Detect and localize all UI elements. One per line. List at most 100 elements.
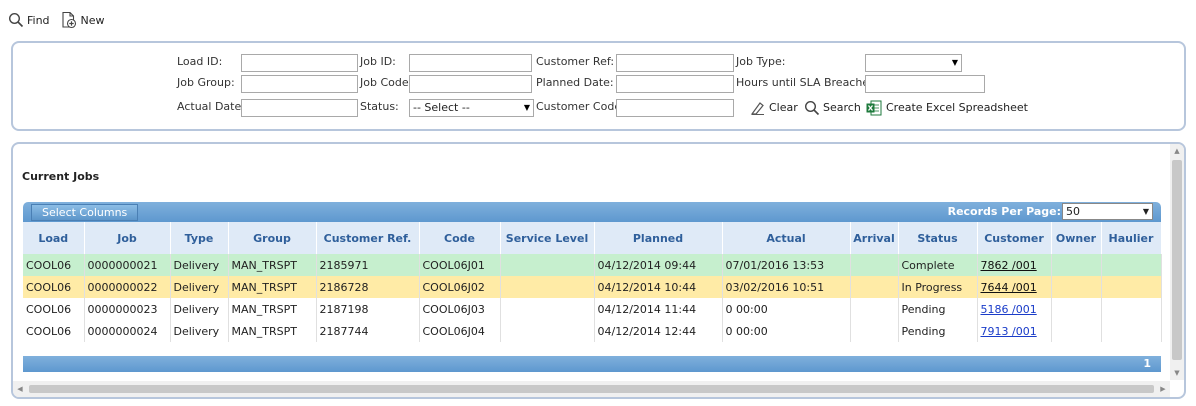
excel-icon — [866, 100, 882, 116]
customer-link[interactable]: 7644 /001 — [981, 281, 1037, 294]
cell-planned: 04/12/2014 11:44 — [594, 298, 723, 320]
records-per-page-label: Records Per Page: — [947, 205, 1061, 218]
cell-planned: 04/12/2014 09:44 — [594, 254, 723, 276]
cell-haulier — [1101, 276, 1162, 298]
cell-job: 0000000023 — [84, 298, 171, 320]
cell-planned: 04/12/2014 12:44 — [594, 320, 723, 342]
scroll-thumb[interactable] — [1172, 160, 1182, 360]
clear-button[interactable]: Clear — [750, 99, 798, 117]
cell-type: Delivery — [170, 276, 229, 298]
column-header[interactable]: Type — [170, 222, 229, 254]
records-per-page-value: 50 — [1066, 205, 1080, 218]
cell-customer: 7913 /001 — [977, 320, 1052, 342]
status-value: -- Select -- — [413, 101, 470, 114]
new-label: New — [80, 13, 105, 27]
cell-status: Pending — [898, 298, 978, 320]
cell-actual: 07/01/2016 13:53 — [722, 254, 851, 276]
cell-customer-ref: 2187198 — [316, 298, 420, 320]
find-button[interactable]: Find — [8, 12, 50, 28]
cell-arrival — [850, 320, 899, 342]
table-row[interactable]: COOL06 0000000021 Delivery MAN_TRSPT 218… — [23, 254, 1162, 276]
page-number[interactable]: 1 — [1143, 357, 1151, 370]
cell-arrival — [850, 254, 899, 276]
horizontal-scrollbar[interactable]: ◀ ▶ — [13, 381, 1170, 397]
cell-service-level — [500, 276, 595, 298]
records-per-page-select[interactable]: 50 ▼ — [1062, 203, 1153, 220]
cell-type: Delivery — [170, 298, 229, 320]
customer-link[interactable]: 7913 /001 — [981, 325, 1037, 338]
table-row[interactable]: COOL06 0000000024 Delivery MAN_TRSPT 218… — [23, 320, 1162, 342]
new-button[interactable]: New — [60, 11, 105, 29]
column-header[interactable]: Owner — [1051, 222, 1102, 254]
column-header[interactable]: Customer — [977, 222, 1052, 254]
cell-job: 0000000021 — [84, 254, 171, 276]
cell-customer: 7862 /001 — [977, 254, 1052, 276]
cell-service-level — [500, 298, 595, 320]
cell-owner — [1051, 320, 1102, 342]
jobs-panel: Current Jobs Select Columns Records Per … — [11, 142, 1186, 399]
scroll-thumb[interactable] — [29, 385, 1154, 393]
grid-header-bar: Select Columns Records Per Page: 50 ▼ — [23, 202, 1161, 222]
load-id-input[interactable] — [241, 54, 358, 72]
toolbar: Find New — [8, 10, 105, 30]
column-header[interactable]: Load — [23, 222, 85, 254]
cell-status: Pending — [898, 320, 978, 342]
column-header[interactable]: Actual — [722, 222, 851, 254]
select-columns-button[interactable]: Select Columns — [31, 204, 139, 221]
search-button[interactable]: Search — [804, 99, 861, 117]
cell-owner — [1051, 254, 1102, 276]
table-row[interactable]: COOL06 0000000022 Delivery MAN_TRSPT 218… — [23, 276, 1162, 298]
cell-haulier — [1101, 298, 1162, 320]
table-header-row: Load Job Type Group Customer Ref. Code S… — [23, 222, 1162, 254]
search-label: Search — [823, 101, 861, 114]
job-code-input[interactable] — [409, 75, 532, 93]
hours-sla-label: Hours until SLA Breached — [736, 76, 877, 89]
status-select[interactable]: -- Select -- ▼ — [409, 99, 534, 117]
planned-date-input[interactable] — [616, 75, 734, 93]
column-header[interactable]: Status — [898, 222, 978, 254]
customer-ref-input[interactable] — [616, 54, 734, 72]
vertical-scrollbar[interactable]: ▲ ▼ — [1170, 144, 1184, 380]
cell-status: In Progress — [898, 276, 978, 298]
column-header[interactable]: Code — [419, 222, 501, 254]
load-id-label: Load ID: — [177, 55, 223, 68]
jobs-table: Load Job Type Group Customer Ref. Code S… — [23, 222, 1162, 342]
cell-actual: 0 00:00 — [722, 320, 851, 342]
column-header[interactable]: Haulier — [1101, 222, 1162, 254]
cell-owner — [1051, 276, 1102, 298]
excel-export-button[interactable]: Create Excel Spreadsheet — [865, 99, 1028, 117]
scroll-right-icon[interactable]: ▶ — [1156, 381, 1170, 397]
new-document-icon — [61, 11, 76, 29]
column-header[interactable]: Job — [84, 222, 171, 254]
scroll-down-icon[interactable]: ▼ — [1170, 366, 1184, 380]
job-type-select[interactable]: ▼ — [865, 54, 962, 72]
customer-code-input[interactable] — [616, 99, 734, 117]
cell-status: Complete — [898, 254, 978, 276]
scroll-up-icon[interactable]: ▲ — [1170, 144, 1184, 158]
job-id-label: Job ID: — [360, 55, 396, 68]
table-row[interactable]: COOL06 0000000023 Delivery MAN_TRSPT 218… — [23, 298, 1162, 320]
scroll-left-icon[interactable]: ◀ — [13, 381, 27, 397]
job-code-label: Job Code — [360, 76, 409, 89]
cell-group: MAN_TRSPT — [228, 276, 317, 298]
cell-arrival — [850, 276, 899, 298]
hours-sla-input[interactable] — [865, 75, 985, 93]
dropdown-arrow-icon: ▼ — [1142, 207, 1149, 216]
dropdown-arrow-icon: ▼ — [951, 58, 958, 67]
cell-load: COOL06 — [23, 298, 85, 320]
column-header[interactable]: Arrival — [850, 222, 899, 254]
cell-code: COOL06J01 — [419, 254, 501, 276]
customer-link[interactable]: 7862 /001 — [981, 259, 1037, 272]
column-header[interactable]: Planned — [594, 222, 723, 254]
actual-date-input[interactable] — [241, 99, 358, 117]
dropdown-arrow-icon: ▼ — [523, 103, 530, 112]
customer-link[interactable]: 5186 /001 — [981, 303, 1037, 316]
job-group-input[interactable] — [241, 75, 358, 93]
column-header[interactable]: Customer Ref. — [316, 222, 420, 254]
column-header[interactable]: Service Level — [500, 222, 595, 254]
column-header[interactable]: Group — [228, 222, 317, 254]
cell-code: COOL06J04 — [419, 320, 501, 342]
cell-customer-ref: 2186728 — [316, 276, 420, 298]
job-id-input[interactable] — [409, 54, 532, 72]
cell-actual: 03/02/2016 10:51 — [722, 276, 851, 298]
